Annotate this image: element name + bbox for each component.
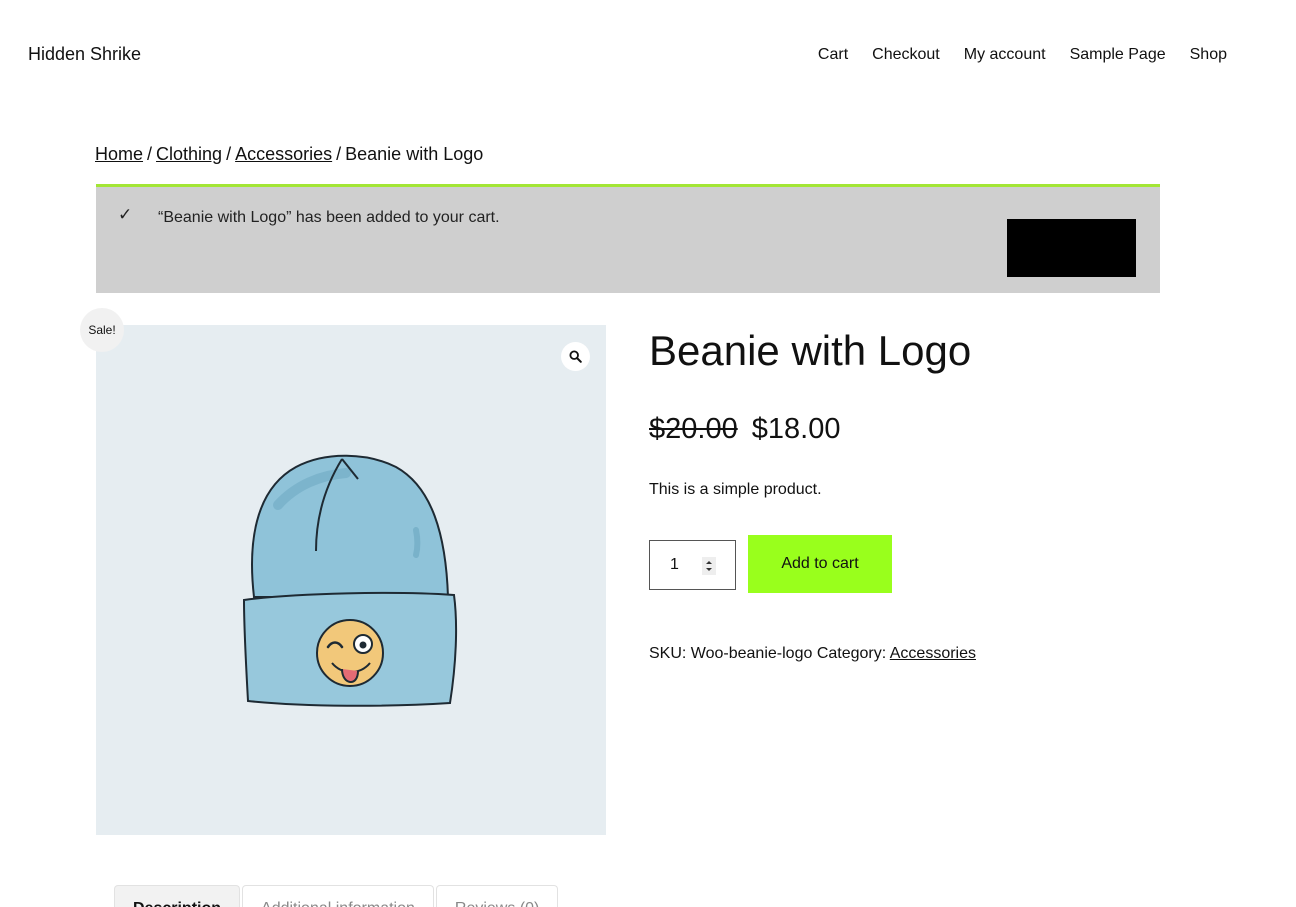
quantity-value[interactable]: 1: [670, 556, 679, 574]
category-link[interactable]: Accessories: [890, 645, 976, 662]
tab-reviews[interactable]: Reviews (0): [435, 885, 559, 907]
nav-item-checkout[interactable]: Checkout: [872, 46, 940, 64]
main-nav: Cart Checkout My account Sample Page Sho…: [818, 46, 1227, 64]
breadcrumb: Home / Clothing / Accessories / Beanie with Lo…: [95, 144, 483, 165]
quantity-stepper[interactable]: 1: [649, 540, 736, 590]
check-icon: ✓: [118, 205, 133, 224]
magnifier-icon[interactable]: [561, 342, 590, 371]
product-title: Beanie with Logo: [649, 327, 972, 374]
breadcrumb-clothing[interactable]: Clothing: [156, 144, 222, 164]
breadcrumb-separator: /: [147, 144, 153, 164]
tab-additional-information[interactable]: Additional information: [242, 885, 434, 907]
nav-item-shop[interactable]: Shop: [1190, 46, 1227, 64]
category-label: Category:: [816, 645, 887, 662]
product-tabs: Description Additional information Revie…: [114, 885, 560, 907]
breadcrumb-home[interactable]: Home: [95, 144, 143, 164]
spinner-icon[interactable]: [702, 557, 716, 575]
nav-item-cart[interactable]: Cart: [818, 46, 848, 64]
breadcrumb-accessories[interactable]: Accessories: [235, 144, 332, 164]
sku-label: SKU:: [649, 645, 687, 662]
nav-item-sample-page[interactable]: Sample Page: [1070, 46, 1166, 64]
nav-item-my-account[interactable]: My account: [964, 46, 1046, 64]
breadcrumb-current: Beanie with Logo: [345, 144, 484, 164]
regular-price: $20.00: [649, 413, 738, 445]
price: $20.00 $18.00: [649, 413, 840, 446]
product-meta: SKU: Woo-beanie-logo Category: Accessori…: [649, 645, 976, 663]
product-image[interactable]: [96, 325, 606, 835]
site-title[interactable]: Hidden Shrike: [28, 44, 141, 65]
cart-notice: ✓ “Beanie with Logo” has been added to y…: [96, 184, 1160, 293]
view-cart-button[interactable]: [1007, 219, 1136, 277]
beanie-illustration: [242, 454, 458, 707]
breadcrumb-separator: /: [336, 144, 342, 164]
sku-value: Woo-beanie-logo: [690, 645, 813, 662]
add-to-cart-button[interactable]: Add to cart: [748, 535, 892, 593]
sale-badge: Sale!: [80, 308, 124, 352]
notice-message: “Beanie with Logo” has been added to you…: [158, 209, 500, 226]
sale-price: $18.00: [751, 413, 841, 445]
short-description: This is a simple product.: [649, 481, 822, 498]
page: Hidden Shrike Cart Checkout My account S…: [0, 0, 1296, 907]
breadcrumb-separator: /: [226, 144, 232, 164]
tab-description[interactable]: Description: [114, 885, 241, 907]
